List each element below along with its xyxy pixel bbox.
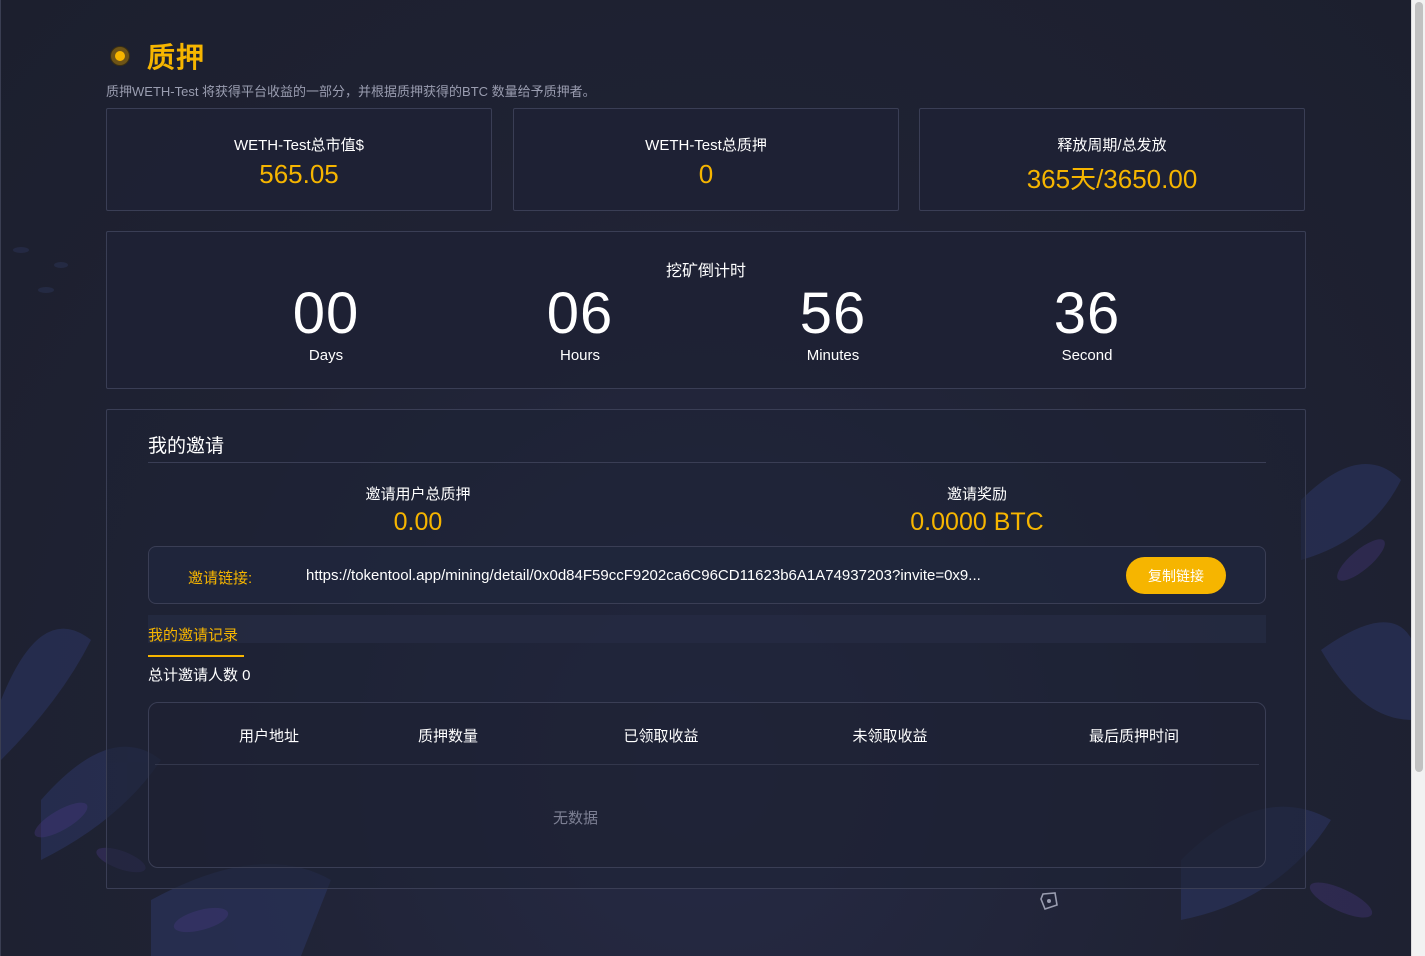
total-invites-count: 总计邀请人数 0	[148, 667, 251, 684]
table-empty-state: 无数据	[553, 810, 599, 827]
table-header-stake-amount: 质押数量	[417, 728, 478, 745]
countdown-seconds-value: 36	[1053, 281, 1121, 346]
countdown-minutes-value: 56	[799, 281, 867, 346]
table-header-last-stake-time: 最后质押时间	[1088, 728, 1179, 745]
countdown-seconds-label: Second	[1061, 347, 1113, 364]
floating-widget-icon[interactable]	[1039, 891, 1059, 911]
countdown-hours: 06 Hours	[500, 281, 660, 365]
scrollbar-thumb[interactable]	[1415, 2, 1423, 772]
invite-reward: 邀请奖励 0.0000 BTC	[827, 483, 1127, 537]
countdown-seconds: 36 Second	[1007, 281, 1167, 365]
invite-total-stake: 邀请用户总质押 0.00	[268, 483, 568, 537]
page-root: 质押 质押WETH-Test 将获得平台收益的一部分，并根据质押获得的BTC 数…	[0, 0, 1411, 956]
mining-countdown: 挖矿倒计时 00 Days 06 Hours 56 Minutes 36 Sec…	[106, 231, 1306, 389]
stat-label: WETH-Test总市值$	[233, 137, 364, 154]
table-header-divider	[155, 764, 1259, 765]
stat-label: WETH-Test总质押	[645, 137, 767, 154]
stat-label: 释放周期/总发放	[1057, 137, 1167, 154]
vertical-scrollbar[interactable]	[1411, 0, 1425, 956]
invite-link-url[interactable]: https://tokentool.app/mining/detail/0x0d…	[306, 567, 1096, 584]
table-header-unclaimed-earnings: 未领取收益	[852, 728, 928, 745]
invite-link-label: 邀请链接:	[188, 570, 253, 587]
invite-total-stake-value: 0.00	[393, 508, 443, 536]
invite-link-box: 邀请链接: https://tokentool.app/mining/detai…	[148, 546, 1266, 604]
copy-link-button[interactable]: 复制链接	[1126, 557, 1226, 594]
page-title: 质押	[147, 42, 206, 73]
table-header-user-address: 用户地址	[238, 728, 299, 745]
countdown-minutes: 56 Minutes	[753, 281, 913, 365]
countdown-title: 挖矿倒计时	[665, 263, 746, 280]
invite-reward-value: 0.0000 BTC	[910, 508, 1044, 536]
page-header: 质押	[111, 36, 205, 76]
countdown-days-label: Days	[308, 347, 344, 364]
status-dot-icon	[111, 47, 129, 65]
countdown-hours-value: 06	[546, 281, 614, 346]
stat-value: 565.05	[259, 159, 339, 189]
tab-my-invitation-records[interactable]: 我的邀请记录	[148, 615, 244, 657]
divider	[148, 462, 1266, 463]
invitation-records-table: 用户地址 质押数量 已领取收益 未领取收益 最后质押时间 无数据	[148, 702, 1266, 868]
records-tab-bar: 我的邀请记录	[148, 615, 1266, 657]
invite-total-stake-label: 邀请用户总质押	[365, 486, 471, 503]
countdown-minutes-label: Minutes	[806, 347, 860, 364]
page-subtitle: 质押WETH-Test 将获得平台收益的一部分，并根据质押获得的BTC 数量给予…	[106, 84, 596, 99]
countdown-hours-label: Hours	[559, 347, 600, 364]
invite-reward-label: 邀请奖励	[946, 486, 1007, 503]
invitation-title: 我的邀请	[148, 436, 225, 457]
stat-card-market-cap: WETH-Test总市值$ 565.05	[106, 108, 492, 211]
stat-card-total-staked: WETH-Test总质押 0	[513, 108, 899, 211]
stat-value: 0	[698, 159, 714, 189]
stat-card-release-period: 释放周期/总发放 365天/3650.00	[919, 108, 1305, 211]
stat-value: 365天/3650.00	[1026, 164, 1198, 194]
table-header-claimed-earnings: 已领取收益	[623, 728, 699, 745]
countdown-days-value: 00	[292, 281, 360, 346]
my-invitation-panel: 我的邀请 邀请用户总质押 0.00 邀请奖励 0.0000 BTC 邀请链接: …	[106, 409, 1306, 889]
countdown-days: 00 Days	[246, 281, 406, 365]
